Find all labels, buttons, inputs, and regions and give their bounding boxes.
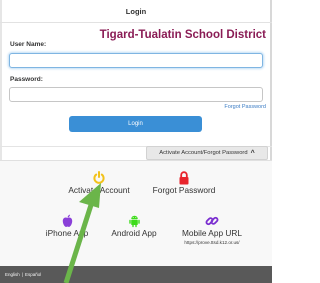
espanol-link[interactable]: Español [25,272,41,277]
username-label: User Name: [10,41,47,48]
android-app-label: Android App [111,228,157,238]
english-link[interactable]: English [5,272,20,277]
district-name: Tigard-Tualatin School District [99,29,266,41]
language-separator: | [21,272,23,277]
username-input[interactable] [9,53,263,68]
toggle-label: Activate Account/Forgot Password [159,150,248,156]
activate-account-label: Activate Account [68,185,130,195]
activate-account-link[interactable]: Activate Account [60,171,138,195]
page-title: Login [125,6,147,16]
chevron-up-icon: ^ [250,149,255,157]
forgot-password-label: Forgot Password [152,185,216,195]
page-header: Login [0,0,272,23]
account-options-panel: Activate Account Forgot Password iPhone … [0,160,272,267]
forgot-password-link[interactable]: Forgot Password [224,104,266,110]
power-icon [93,171,105,184]
lock-icon [179,171,189,185]
mobile-app-url-text: https://prove.ttsd.k12.or.us/ [184,240,240,245]
iphone-app-link[interactable]: iPhone App [27,214,107,238]
forgot-password-panel-link[interactable]: Forgot Password [144,171,224,195]
iphone-app-label: iPhone App [45,228,89,238]
language-footer: English | Español [0,266,272,283]
password-input[interactable] [9,87,263,102]
apple-icon [62,214,72,227]
password-label: Password: [10,76,43,83]
activate-forgot-toggle-button[interactable]: Activate Account/Forgot Password ^ [146,146,268,160]
login-button[interactable]: Login [69,116,202,132]
mobile-app-url-label: Mobile App URL [182,228,242,238]
mobile-app-url-link[interactable]: Mobile App URL https://prove.ttsd.k12.or… [157,214,267,245]
link-icon [205,216,219,226]
android-icon [128,215,140,228]
